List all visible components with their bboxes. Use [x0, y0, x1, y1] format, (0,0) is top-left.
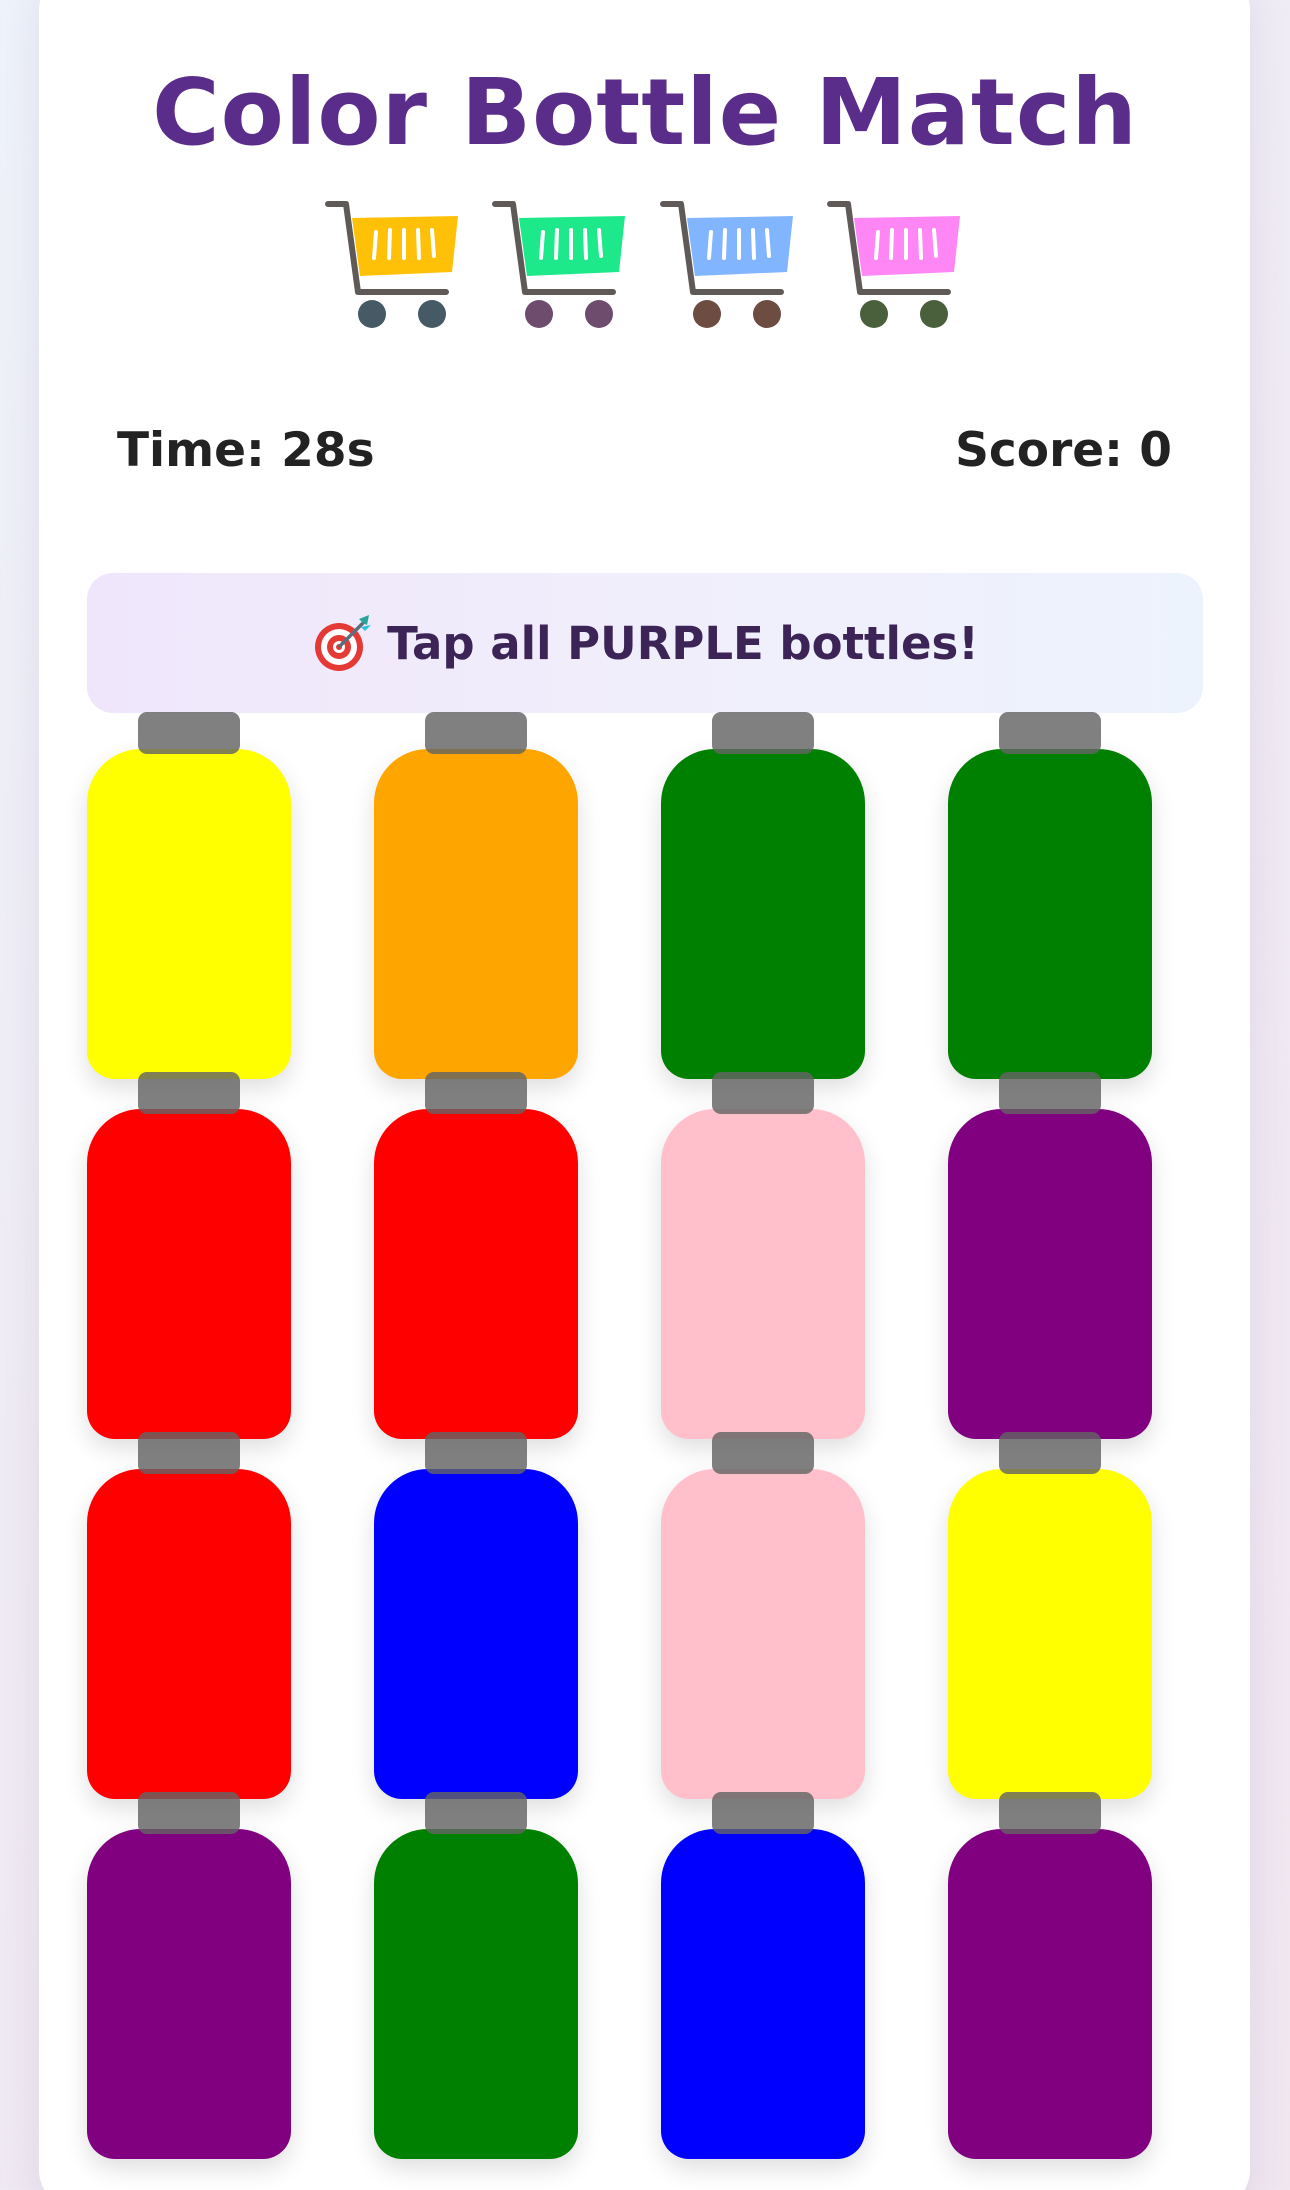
- target-dart-icon: [315, 615, 372, 671]
- bottle-body: [948, 1109, 1152, 1439]
- bottle-purple[interactable]: [87, 1792, 291, 2159]
- bottle-pink[interactable]: [661, 1072, 865, 1439]
- bottle-red[interactable]: [87, 1432, 291, 1799]
- bottle-green[interactable]: [661, 712, 865, 1079]
- bottle-yellow[interactable]: [87, 712, 291, 1079]
- bottle-cap: [712, 1432, 814, 1474]
- bottle-cap: [138, 1792, 240, 1834]
- bottle-orange[interactable]: [374, 712, 578, 1079]
- timer-display: Time: 28s: [117, 423, 375, 478]
- shopping-cart-icon: [491, 196, 631, 332]
- bottle-cap: [712, 1792, 814, 1834]
- bottle-body: [948, 1829, 1152, 2159]
- bottle-blue[interactable]: [374, 1432, 578, 1799]
- bottle-cap: [999, 1792, 1101, 1834]
- bottle-body: [87, 1469, 291, 1799]
- bottle-red[interactable]: [87, 1072, 291, 1439]
- bottle-body: [87, 1109, 291, 1439]
- bottle-cap: [712, 712, 814, 754]
- bottle-cap: [425, 712, 527, 754]
- cart-row: [324, 196, 966, 332]
- bottle-body: [661, 749, 865, 1079]
- bottle-body: [374, 1109, 578, 1439]
- bottle-pink[interactable]: [661, 1432, 865, 1799]
- bottle-cap: [425, 1072, 527, 1114]
- bottle-cap: [138, 712, 240, 754]
- game-title: Color Bottle Match: [152, 59, 1138, 166]
- bottle-cap: [425, 1432, 527, 1474]
- bottle-blue[interactable]: [661, 1792, 865, 2159]
- bottle-body: [661, 1469, 865, 1799]
- shopping-cart-icon: [826, 196, 966, 332]
- bottle-purple[interactable]: [948, 1792, 1152, 2159]
- instruction-text: Tap all PURPLE bottles!: [387, 616, 979, 670]
- bottle-cap: [138, 1072, 240, 1114]
- bottle-body: [661, 1109, 865, 1439]
- bottle-body: [374, 1469, 578, 1799]
- bottle-body: [948, 749, 1152, 1079]
- bottle-green[interactable]: [948, 712, 1152, 1079]
- score-display: Score: 0: [955, 423, 1172, 478]
- bottle-body: [87, 1829, 291, 2159]
- bottle-yellow[interactable]: [948, 1432, 1152, 1799]
- bottle-cap: [999, 712, 1101, 754]
- bottle-cap: [138, 1432, 240, 1474]
- bottle-purple[interactable]: [948, 1072, 1152, 1439]
- bottle-cap: [712, 1072, 814, 1114]
- bottle-cap: [425, 1792, 527, 1834]
- bottle-red[interactable]: [374, 1072, 578, 1439]
- shopping-cart-icon: [659, 196, 799, 332]
- bottle-green[interactable]: [374, 1792, 578, 2159]
- bottle-body: [374, 1829, 578, 2159]
- bottle-cap: [999, 1072, 1101, 1114]
- bottle-cap: [999, 1432, 1101, 1474]
- bottle-grid: [87, 712, 1207, 2162]
- bottle-body: [948, 1469, 1152, 1799]
- bottle-body: [374, 749, 578, 1079]
- bottle-body: [87, 749, 291, 1079]
- instruction-banner: Tap all PURPLE bottles!: [87, 573, 1203, 713]
- shopping-cart-icon: [324, 196, 464, 332]
- bottle-body: [661, 1829, 865, 2159]
